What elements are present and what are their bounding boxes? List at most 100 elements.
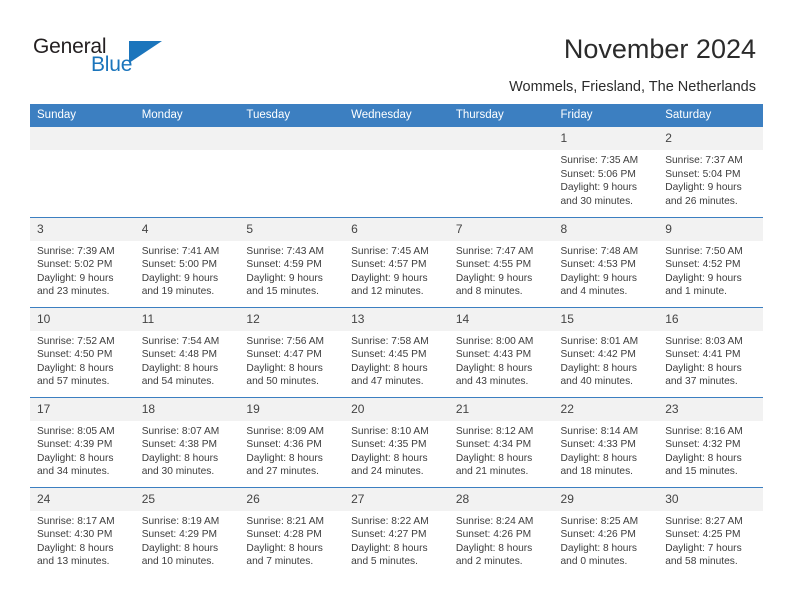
daylight-text-line2: and 7 minutes. [246, 556, 314, 568]
day-info: Sunrise: 7:54 AM Sunset: 4:48 PM Daylight:… [135, 331, 240, 389]
weekday-header-sunday: Sunday [30, 104, 135, 127]
day-cell[interactable]: 8 Sunrise: 7:48 AM Sunset: 4:53 PM Daylight… [553, 216, 659, 307]
daylight-text-line1: Daylight: 8 hours [141, 362, 219, 374]
day-cell[interactable]: 21 Sunrise: 8:12 AM Sunset: 4:34 PM Dayligh… [448, 396, 554, 487]
sunrise-text: Sunrise: 8:00 AM [455, 335, 534, 347]
day-cell[interactable]: 9 Sunrise: 7:50 AM Sunset: 4:52 PM Daylight… [658, 216, 763, 307]
day-cell[interactable]: 5 Sunrise: 7:43 AM Sunset: 4:59 PM Daylight… [239, 216, 345, 307]
day-info: Sunrise: 7:43 AM Sunset: 4:59 PM Daylight:… [239, 241, 344, 299]
day-cell[interactable]: 20 Sunrise: 8:10 AM Sunset: 4:35 PM Dayligh… [344, 396, 449, 487]
day-cell[interactable]: 7 Sunrise: 7:47 AM Sunset: 4:55 PM Daylight… [448, 216, 554, 307]
sunset-text: Sunset: 4:50 PM [37, 349, 113, 361]
sunset-text: Sunset: 4:43 PM [455, 349, 532, 361]
sunset-text: Sunset: 4:47 PM [246, 349, 322, 361]
day-cell[interactable]: 22 Sunrise: 8:14 AM Sunset: 4:33 PM Dayligh… [553, 396, 659, 487]
day-cell[interactable]: 26 Sunrise: 8:21 AM Sunset: 4:28 PM Dayligh… [239, 486, 345, 577]
day-cell-empty [344, 127, 449, 217]
day-number: 5 [239, 217, 345, 241]
daylight-text-line1: Daylight: 9 hours [665, 272, 742, 284]
day-info: Sunrise: 8:16 AM Sunset: 4:32 PM Daylight:… [658, 421, 763, 479]
day-cell[interactable]: 28 Sunrise: 8:24 AM Sunset: 4:26 PM Dayligh… [448, 486, 554, 577]
day-info: Sunrise: 7:41 AM Sunset: 5:00 PM Daylight:… [135, 241, 240, 299]
day-number: 23 [658, 397, 763, 421]
day-cell[interactable]: 23 Sunrise: 8:16 AM Sunset: 4:32 PM Dayligh… [658, 396, 763, 487]
day-cell[interactable]: 29 Sunrise: 8:25 AM Sunset: 4:26 PM Dayligh… [553, 486, 659, 577]
sunrise-text: Sunrise: 7:48 AM [560, 245, 639, 257]
day-cell[interactable]: 3 Sunrise: 7:39 AM Sunset: 5:02 PM Daylight… [30, 216, 135, 307]
daylight-text-line1: Daylight: 9 hours [665, 182, 742, 194]
day-info: Sunrise: 7:58 AM Sunset: 4:45 PM Daylight:… [344, 331, 449, 389]
day-number: 26 [239, 487, 345, 511]
day-number: 16 [658, 307, 763, 331]
day-cell[interactable]: 12 Sunrise: 7:56 AM Sunset: 4:47 PM Dayligh… [239, 306, 345, 397]
day-number: 11 [134, 307, 240, 331]
day-cell[interactable]: 30 Sunrise: 8:27 AM Sunset: 4:25 PM Dayligh… [658, 486, 763, 577]
sunrise-text: Sunrise: 7:50 AM [665, 245, 743, 257]
daylight-text-line2: and 50 minutes. [246, 376, 319, 388]
sunrise-text: Sunrise: 7:35 AM [560, 155, 639, 166]
sunrise-text: Sunrise: 8:14 AM [560, 425, 639, 437]
daylight-text-line2: and 54 minutes. [141, 376, 215, 388]
day-info: Sunrise: 8:27 AM Sunset: 4:25 PM Daylight:… [658, 511, 763, 569]
day-cell[interactable]: 11 Sunrise: 7:54 AM Sunset: 4:48 PM Dayligh… [134, 306, 240, 397]
sunrise-text: Sunrise: 8:07 AM [141, 425, 220, 437]
sunrise-text: Sunrise: 8:03 AM [665, 335, 743, 347]
day-cell[interactable]: 25 Sunrise: 8:19 AM Sunset: 4:29 PM Dayligh… [134, 486, 240, 577]
calendar-grid: Sunday Monday Tuesday Wednesday Thursday… [30, 104, 763, 577]
sunrise-text: Sunrise: 8:01 AM [560, 335, 639, 347]
daylight-text-line2: and 47 minutes. [351, 376, 424, 388]
page-header: General Blue November 2024 Wommels, Frie… [0, 0, 792, 104]
day-info: Sunrise: 7:47 AM Sunset: 4:55 PM Daylight:… [449, 241, 554, 299]
day-info: Sunrise: 8:05 AM Sunset: 4:39 PM Daylight:… [30, 421, 135, 479]
day-number: 17 [30, 397, 135, 421]
sunset-text: Sunset: 5:02 PM [37, 259, 113, 271]
day-cell[interactable]: 17 Sunrise: 8:05 AM Sunset: 4:39 PM Dayligh… [30, 396, 135, 487]
sunrise-text: Sunrise: 7:39 AM [37, 245, 115, 257]
day-cell[interactable]: 27 Sunrise: 8:22 AM Sunset: 4:27 PM Dayligh… [344, 486, 449, 577]
day-cell[interactable]: 24 Sunrise: 8:17 AM Sunset: 4:30 PM Dayligh… [30, 486, 135, 577]
day-number: 22 [553, 397, 659, 421]
day-info: Sunrise: 8:24 AM Sunset: 4:26 PM Daylight:… [449, 511, 554, 569]
general-blue-logo[interactable]: General Blue [33, 36, 173, 82]
day-cell-empty [134, 127, 240, 217]
daylight-text-line1: Daylight: 8 hours [560, 452, 637, 464]
weekday-header-saturday: Saturday [658, 104, 763, 127]
daylight-text-line2: and 13 minutes. [37, 556, 110, 568]
sunrise-text: Sunrise: 8:10 AM [351, 425, 429, 437]
daylight-text-line2: and 34 minutes. [37, 466, 110, 478]
day-cell[interactable]: 19 Sunrise: 8:09 AM Sunset: 4:36 PM Dayligh… [239, 396, 345, 487]
sunset-text: Sunset: 4:55 PM [455, 259, 532, 271]
daylight-text-line1: Daylight: 9 hours [37, 272, 114, 284]
day-cell[interactable]: 14 Sunrise: 8:00 AM Sunset: 4:43 PM Dayligh… [448, 306, 554, 397]
daylight-text-line2: and 27 minutes. [246, 466, 319, 478]
day-number: 19 [239, 397, 345, 421]
day-info: Sunrise: 8:00 AM Sunset: 4:43 PM Daylight:… [449, 331, 554, 389]
day-cell[interactable]: 15 Sunrise: 8:01 AM Sunset: 4:42 PM Dayligh… [553, 306, 659, 397]
day-cell[interactable]: 10 Sunrise: 7:52 AM Sunset: 4:50 PM Dayligh… [30, 306, 135, 397]
day-number: 24 [30, 487, 135, 511]
day-cell[interactable]: 1 Sunrise: 7:35 AM Sunset: 5:06 PM Dayli… [553, 127, 659, 217]
day-cell[interactable]: 18 Sunrise: 8:07 AM Sunset: 4:38 PM Dayligh… [134, 396, 240, 487]
sunset-text: Sunset: 4:30 PM [37, 529, 113, 541]
day-number: 12 [239, 307, 345, 331]
calendar-page: General Blue November 2024 Wommels, Frie… [0, 0, 792, 612]
sunset-text: Sunset: 4:32 PM [665, 439, 741, 451]
day-cell[interactable]: 6 Sunrise: 7:45 AM Sunset: 4:57 PM Daylight… [344, 216, 449, 307]
daylight-text-line1: Daylight: 8 hours [351, 452, 428, 464]
day-info: Sunrise: 8:03 AM Sunset: 4:41 PM Daylight:… [658, 331, 763, 389]
day-cell[interactable]: 2 Sunrise: 7:37 AM Sunset: 5:04 PM Dayli… [658, 127, 763, 217]
day-cell[interactable]: 16 Sunrise: 8:03 AM Sunset: 4:41 PM Dayligh… [658, 306, 763, 397]
page-title: November 2024 [563, 34, 756, 64]
daylight-text-line2: and 8 minutes. [455, 286, 523, 298]
sunset-text: Sunset: 4:39 PM [37, 439, 113, 451]
sunset-text: Sunset: 4:42 PM [560, 349, 636, 361]
day-cell[interactable]: 13 Sunrise: 7:58 AM Sunset: 4:45 PM Dayligh… [344, 306, 449, 397]
day-number: 4 [134, 217, 240, 241]
daylight-text-line2: and 15 minutes. [246, 286, 319, 298]
daylight-text-line1: Daylight: 9 hours [455, 272, 533, 284]
day-cell[interactable]: 4 Sunrise: 7:41 AM Sunset: 5:00 PM Daylight… [134, 216, 240, 307]
sunrise-text: Sunrise: 8:22 AM [351, 515, 429, 527]
daylight-text-line2: and 19 minutes. [141, 286, 215, 298]
day-number: 18 [134, 397, 240, 421]
sunrise-text: Sunrise: 8:16 AM [665, 425, 743, 437]
